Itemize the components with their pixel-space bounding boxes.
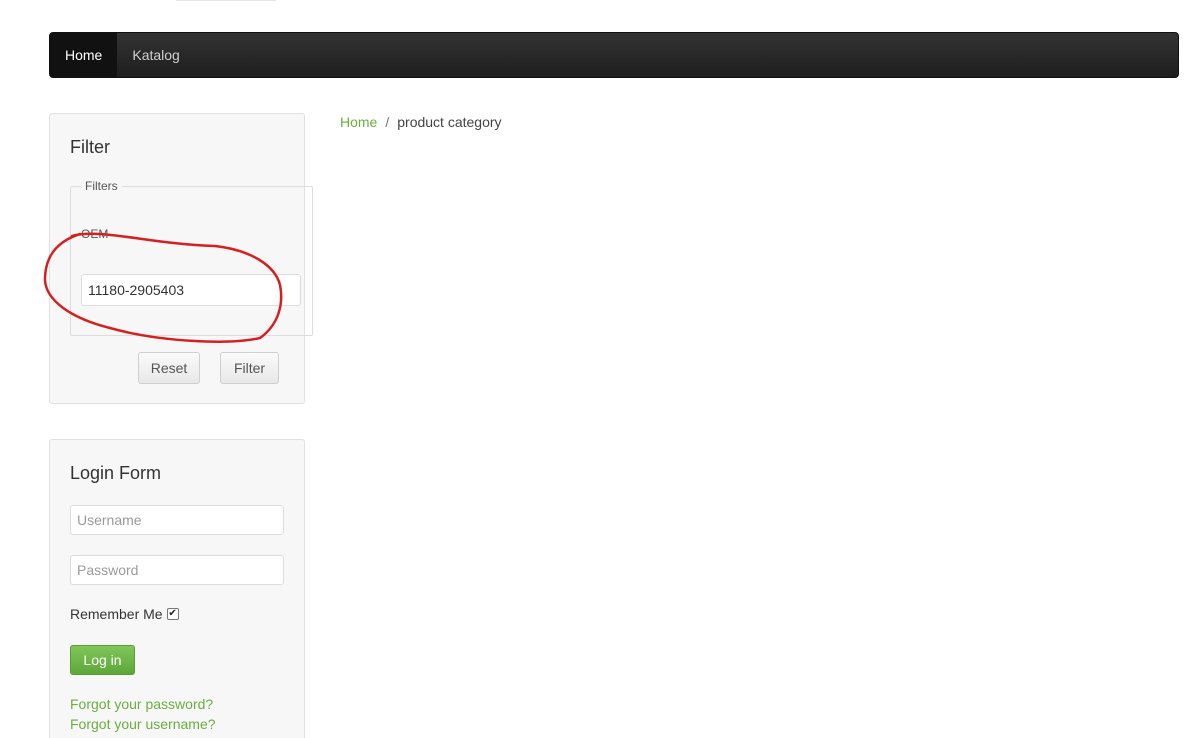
filters-fieldset: Filters OEM	[70, 179, 313, 336]
breadcrumb-current: product category	[397, 114, 502, 130]
forgot-username-link[interactable]: Forgot your username?	[70, 716, 216, 732]
password-input[interactable]	[70, 555, 284, 585]
filter-panel: Filter Filters OEM Reset Filter	[49, 113, 313, 404]
remember-me-label: Remember Me	[70, 606, 163, 622]
filter-panel-title: Filter	[70, 137, 110, 157]
top-edge-tab	[176, 0, 276, 1]
filters-legend: Filters	[81, 179, 122, 193]
forgot-password-link[interactable]: Forgot your password?	[70, 696, 213, 712]
breadcrumb-separator: /	[385, 114, 390, 130]
login-panel-title: Login Form	[70, 463, 162, 483]
login-button[interactable]: Log in	[70, 645, 135, 675]
filter-button[interactable]: Filter	[220, 352, 279, 384]
oem-label: OEM	[81, 227, 109, 241]
nav-item-katalog[interactable]: Katalog	[117, 33, 194, 77]
username-input[interactable]	[70, 505, 284, 535]
login-panel: Login Form Remember Me ✔ Log in Forgot y…	[49, 439, 305, 738]
nav-item-home[interactable]: Home	[50, 33, 118, 77]
remember-me-row: Remember Me ✔	[70, 606, 179, 622]
reset-button[interactable]: Reset	[138, 352, 200, 384]
oem-input[interactable]	[81, 274, 301, 306]
breadcrumb: Home / product category	[340, 114, 502, 130]
main-navbar: Home Katalog	[49, 32, 1179, 78]
breadcrumb-home-link[interactable]: Home	[340, 114, 377, 130]
remember-me-checkbox[interactable]: ✔	[166, 608, 179, 620]
